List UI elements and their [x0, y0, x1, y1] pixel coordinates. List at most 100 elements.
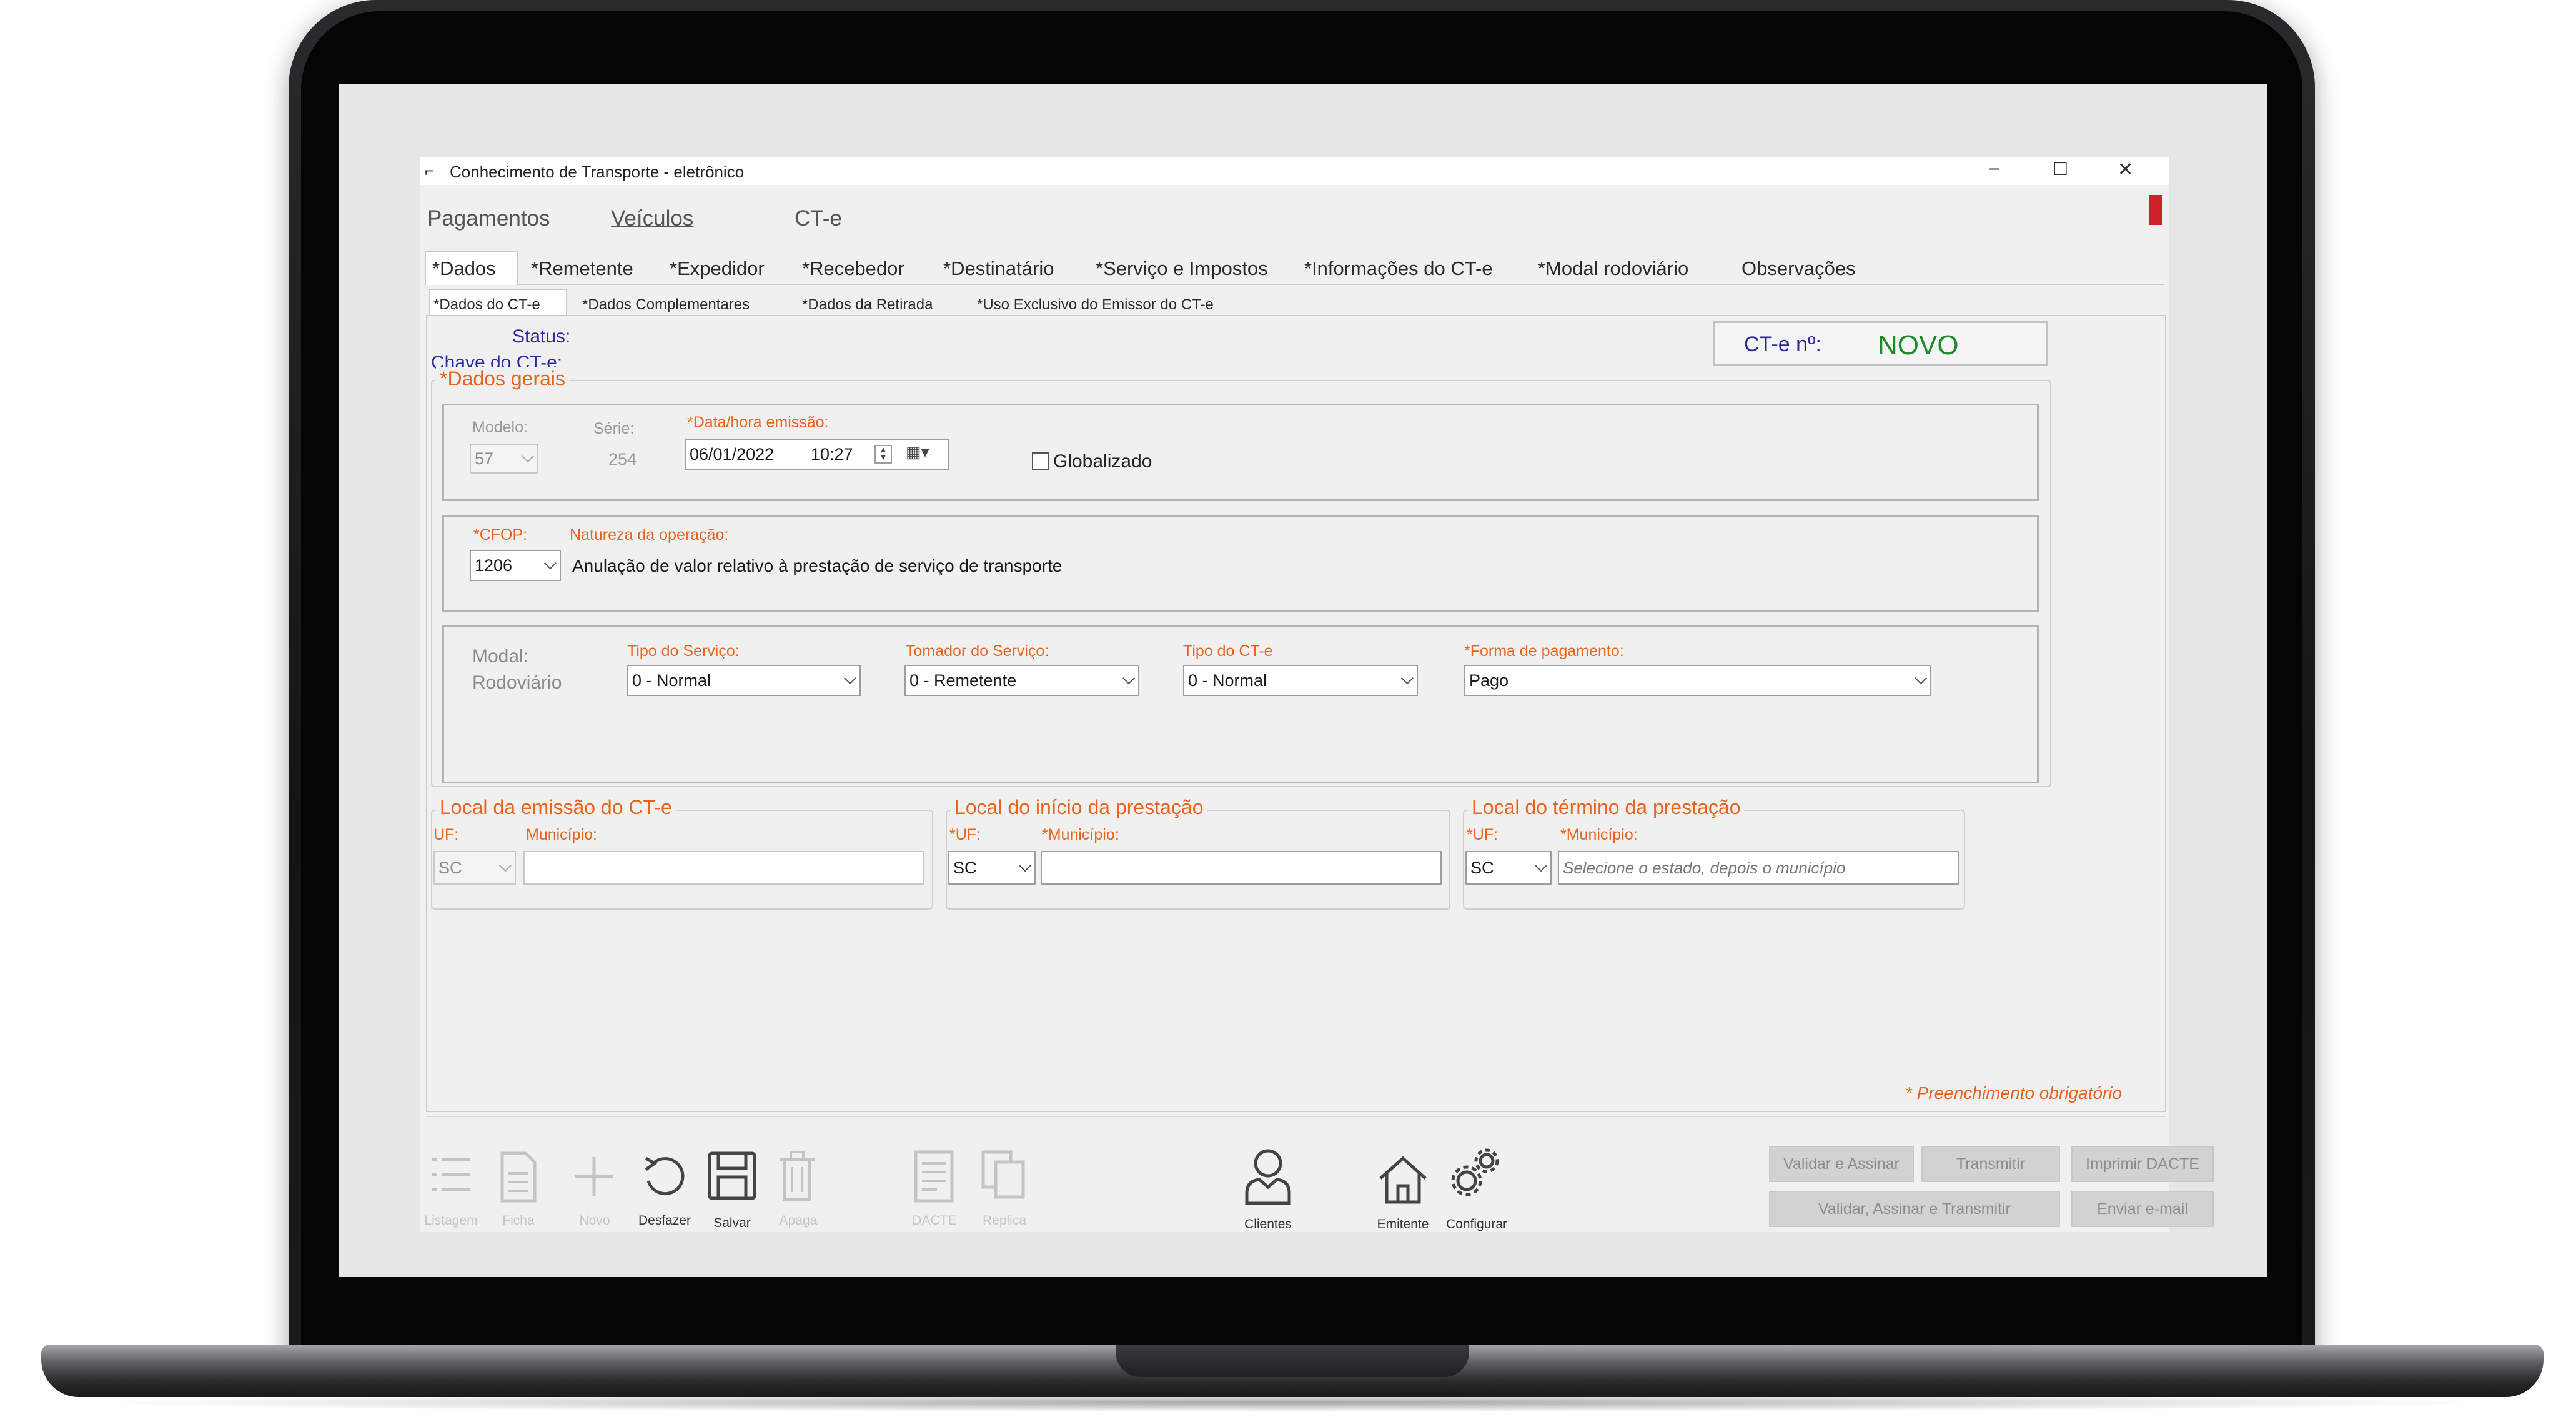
- maximize-button[interactable]: ☐: [2053, 159, 2068, 179]
- natureza-label: Natureza da operação:: [570, 526, 729, 544]
- tab-destinatario[interactable]: *Destinatário: [943, 257, 1054, 280]
- cte-number-label: CT-e nº:: [1744, 332, 1821, 356]
- toolbar-apaga[interactable]: [777, 1150, 817, 1205]
- enviar-email-button[interactable]: Enviar e-mail: [2071, 1191, 2214, 1227]
- save-icon: [708, 1151, 756, 1200]
- serie-value: 254: [608, 450, 637, 469]
- required-marker: [2149, 195, 2162, 225]
- modal-label: Modal:: [472, 646, 529, 667]
- copy-icon: [981, 1150, 1025, 1199]
- validar-assinar-button[interactable]: Validar e Assinar: [1769, 1146, 1914, 1182]
- toolbar-apaga-label: Apaga: [779, 1213, 818, 1228]
- close-button[interactable]: ✕: [2118, 159, 2133, 181]
- chevron-down-icon: [1401, 672, 1414, 685]
- chevron-down-icon: [1915, 672, 1927, 685]
- tab-servico-impostos[interactable]: *Serviço e Impostos: [1096, 257, 1268, 280]
- calendar-icon[interactable]: ▦▾: [906, 444, 929, 460]
- document-icon: [500, 1151, 537, 1203]
- cfop-value: 1206: [475, 555, 513, 575]
- forma-pagamento-select[interactable]: Pago: [1464, 665, 1931, 696]
- toolbar-configurar-label: Configurar: [1445, 1217, 1508, 1231]
- trash-icon: [780, 1151, 815, 1201]
- cfop-select[interactable]: 1206: [470, 550, 561, 581]
- gears-icon: [1451, 1148, 1499, 1196]
- forma-pagamento-label: *Forma de pagamento:: [1464, 642, 1624, 660]
- spin-icon[interactable]: ▲ ▼: [874, 445, 892, 464]
- local-emissao-uf-label: UF:: [433, 826, 459, 843]
- menu-cte[interactable]: CT-e: [795, 206, 842, 231]
- chevron-down-icon: [1019, 859, 1031, 872]
- tipo-servico-select[interactable]: 0 - Normal: [627, 665, 861, 696]
- local-termino-municipio-input[interactable]: [1558, 851, 1959, 885]
- status-label: Status:: [512, 326, 571, 347]
- local-emissao-municipio-label: Município:: [526, 826, 597, 843]
- local-emissao-municipio-input[interactable]: [523, 851, 924, 885]
- tipo-servico-label: Tipo do Serviço:: [627, 642, 740, 660]
- subtab-dados-complementares[interactable]: *Dados Complementares: [582, 296, 750, 314]
- toolbar-clientes[interactable]: [1242, 1146, 1294, 1209]
- tab-informacoes-cte[interactable]: *Informações do CT-e: [1304, 257, 1493, 280]
- app-window: ⌐ Conhecimento de Transporte - eletrônic…: [420, 157, 2214, 1232]
- data-hora-input[interactable]: 06/01/2022 10:27 ▲ ▼ ▦▾: [685, 439, 949, 470]
- local-inicio-uf-select[interactable]: SC: [948, 851, 1036, 885]
- chevron-down-icon: [844, 672, 856, 685]
- dados-gerais-legend: *Dados gerais: [436, 367, 569, 390]
- toolbar-dacte[interactable]: [912, 1148, 956, 1208]
- modelo-label: Modelo:: [472, 419, 528, 436]
- person-icon: [1245, 1149, 1291, 1205]
- subtab-uso-exclusivo[interactable]: *Uso Exclusivo do Emissor do CT-e: [977, 296, 1214, 314]
- toolbar-emitente[interactable]: [1377, 1153, 1429, 1209]
- natureza-value: Anulação de valor relativo à prestação d…: [572, 556, 1063, 575]
- modelo-select[interactable]: 57: [470, 444, 538, 474]
- toolbar-clientes-label: Clientes: [1244, 1217, 1292, 1231]
- undo-icon: [645, 1156, 685, 1196]
- tipo-servico-value: 0 - Normal: [632, 670, 711, 690]
- tipo-cte-label: Tipo do CT-e: [1183, 642, 1273, 660]
- required-note: * Preenchimento obrigatório: [1905, 1083, 2123, 1103]
- transmitir-button[interactable]: Transmitir: [1921, 1146, 2060, 1182]
- tipo-cte-select[interactable]: 0 - Normal: [1183, 665, 1418, 696]
- minimize-button[interactable]: –: [1989, 157, 1999, 179]
- local-emissao-uf-select[interactable]: SC: [433, 851, 516, 885]
- menu-pagamentos[interactable]: Pagamentos: [427, 206, 550, 231]
- local-emissao-uf-value: SC: [438, 858, 462, 877]
- toolbar-dacte-label: DACTE: [912, 1213, 957, 1228]
- toolbar-salvar[interactable]: [706, 1150, 758, 1205]
- chevron-down-icon: [544, 557, 557, 570]
- globalizado-checkbox[interactable]: [1032, 452, 1049, 470]
- toolbar-desfazer[interactable]: [641, 1151, 688, 1204]
- tomador-select[interactable]: 0 - Remetente: [904, 665, 1139, 696]
- tipo-cte-value: 0 - Normal: [1188, 670, 1267, 690]
- validar-assinar-transmitir-button[interactable]: Validar, Assinar e Transmitir: [1769, 1191, 2060, 1227]
- tab-remetente[interactable]: *Remetente: [531, 257, 633, 280]
- toolbar-replica[interactable]: [979, 1148, 1029, 1204]
- toolbar-novo-label: Novo: [579, 1213, 610, 1228]
- local-inicio-municipio-label: *Município:: [1042, 826, 1119, 843]
- window-title: Conhecimento de Transporte - eletrônico: [450, 162, 745, 181]
- tab-modal-rodoviario[interactable]: *Modal rodoviário: [1538, 257, 1688, 280]
- toolbar-novo[interactable]: [572, 1155, 616, 1201]
- local-inicio-municipio-input[interactable]: [1041, 851, 1442, 885]
- dacte-icon: [914, 1150, 954, 1203]
- menu-veiculos[interactable]: Veículos: [611, 206, 693, 231]
- toolbar-emitente-label: Emitente: [1377, 1217, 1429, 1231]
- cte-number-value: NOVO: [1878, 330, 1959, 360]
- local-termino-uf-value: SC: [1470, 858, 1494, 877]
- imprimir-dacte-button[interactable]: Imprimir DACTE: [2071, 1146, 2214, 1182]
- tab-dados[interactable]: *Dados: [432, 257, 496, 280]
- subtab-dados-retirada[interactable]: *Dados da Retirada: [802, 296, 933, 314]
- toolbar-replica-label: Replica: [982, 1213, 1027, 1228]
- data-value: 06/01/2022: [690, 444, 775, 464]
- local-termino-uf-select[interactable]: SC: [1465, 851, 1552, 885]
- toolbar-ficha[interactable]: [498, 1151, 538, 1206]
- toolbar-configurar[interactable]: [1449, 1146, 1502, 1201]
- subtab-dados-cte[interactable]: *Dados do CT-e: [433, 296, 540, 314]
- toolbar-salvar-label: Salvar: [713, 1216, 751, 1230]
- modal-value: Rodoviário: [472, 672, 562, 693]
- tab-observacoes[interactable]: Observações: [1741, 257, 1856, 280]
- data-hora-label: *Data/hora emissão:: [687, 414, 829, 431]
- local-inicio-uf-label: *UF:: [949, 826, 981, 843]
- tab-recebedor[interactable]: *Recebedor: [802, 257, 904, 280]
- tab-expedidor[interactable]: *Expedidor: [670, 257, 765, 280]
- local-inicio-uf-value: SC: [953, 858, 977, 877]
